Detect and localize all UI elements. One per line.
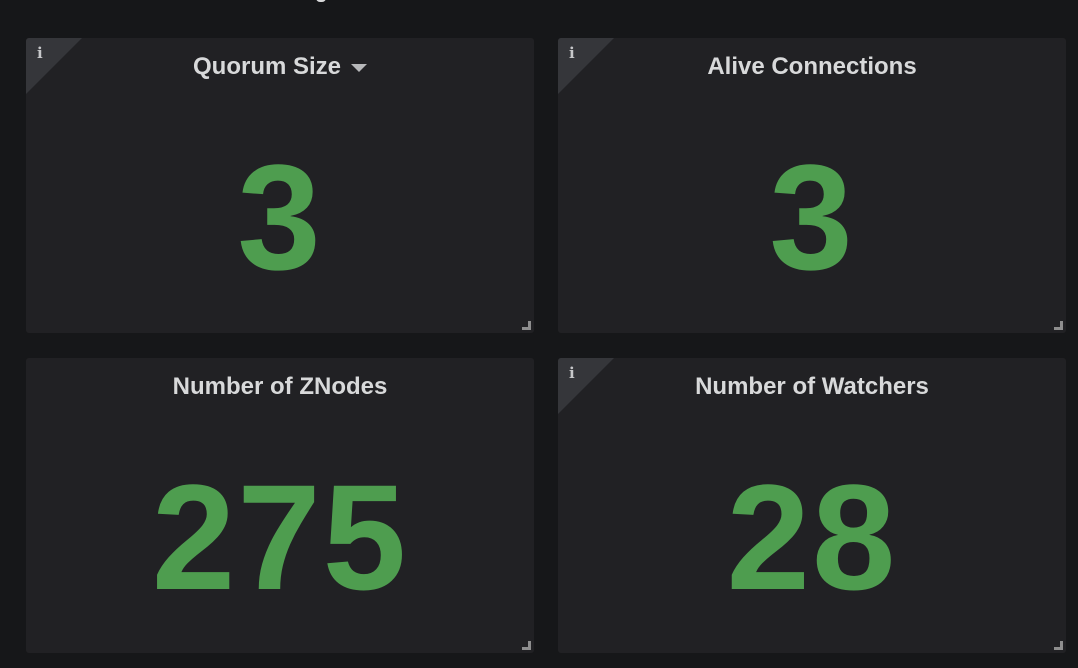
panel-title: Alive Connections — [707, 53, 917, 80]
panel-header: Alive Connections — [558, 52, 1066, 82]
chevron-down-icon — [351, 64, 368, 72]
panel-quorum-size: i Quorum Size 3 — [26, 38, 534, 333]
panel-title-menu-toggle[interactable]: Alive Connections — [707, 52, 916, 82]
stat-value: 3 — [237, 133, 323, 301]
panel-header: Quorum Size — [26, 52, 534, 82]
stat-value: 28 — [726, 453, 898, 621]
stat-value: 275 — [151, 453, 409, 621]
panel-number-of-watchers: i Number of Watchers 28 — [558, 358, 1066, 653]
panel-number-of-znodes: Number of ZNodes 275 — [26, 358, 534, 653]
panel-title: Number of Watchers — [695, 373, 929, 400]
row-title-fragment — [316, 0, 326, 2]
panel-title-menu-toggle[interactable]: Number of ZNodes — [173, 372, 388, 402]
stat-value: 3 — [769, 133, 855, 301]
panel-title-menu-toggle[interactable]: Quorum Size — [192, 52, 368, 82]
panel-title: Quorum Size — [192, 53, 342, 80]
panel-title: Number of ZNodes — [172, 373, 388, 400]
resize-handle-icon[interactable] — [522, 641, 531, 650]
resize-handle-icon[interactable] — [522, 321, 531, 330]
resize-handle-icon[interactable] — [1054, 321, 1063, 330]
panel-title-menu-toggle[interactable]: Number of Watchers — [695, 372, 929, 402]
panel-alive-connections: i Alive Connections 3 — [558, 38, 1066, 333]
resize-handle-icon[interactable] — [1054, 641, 1063, 650]
panel-header: Number of ZNodes — [26, 372, 534, 402]
panel-header: Number of Watchers — [558, 372, 1066, 402]
